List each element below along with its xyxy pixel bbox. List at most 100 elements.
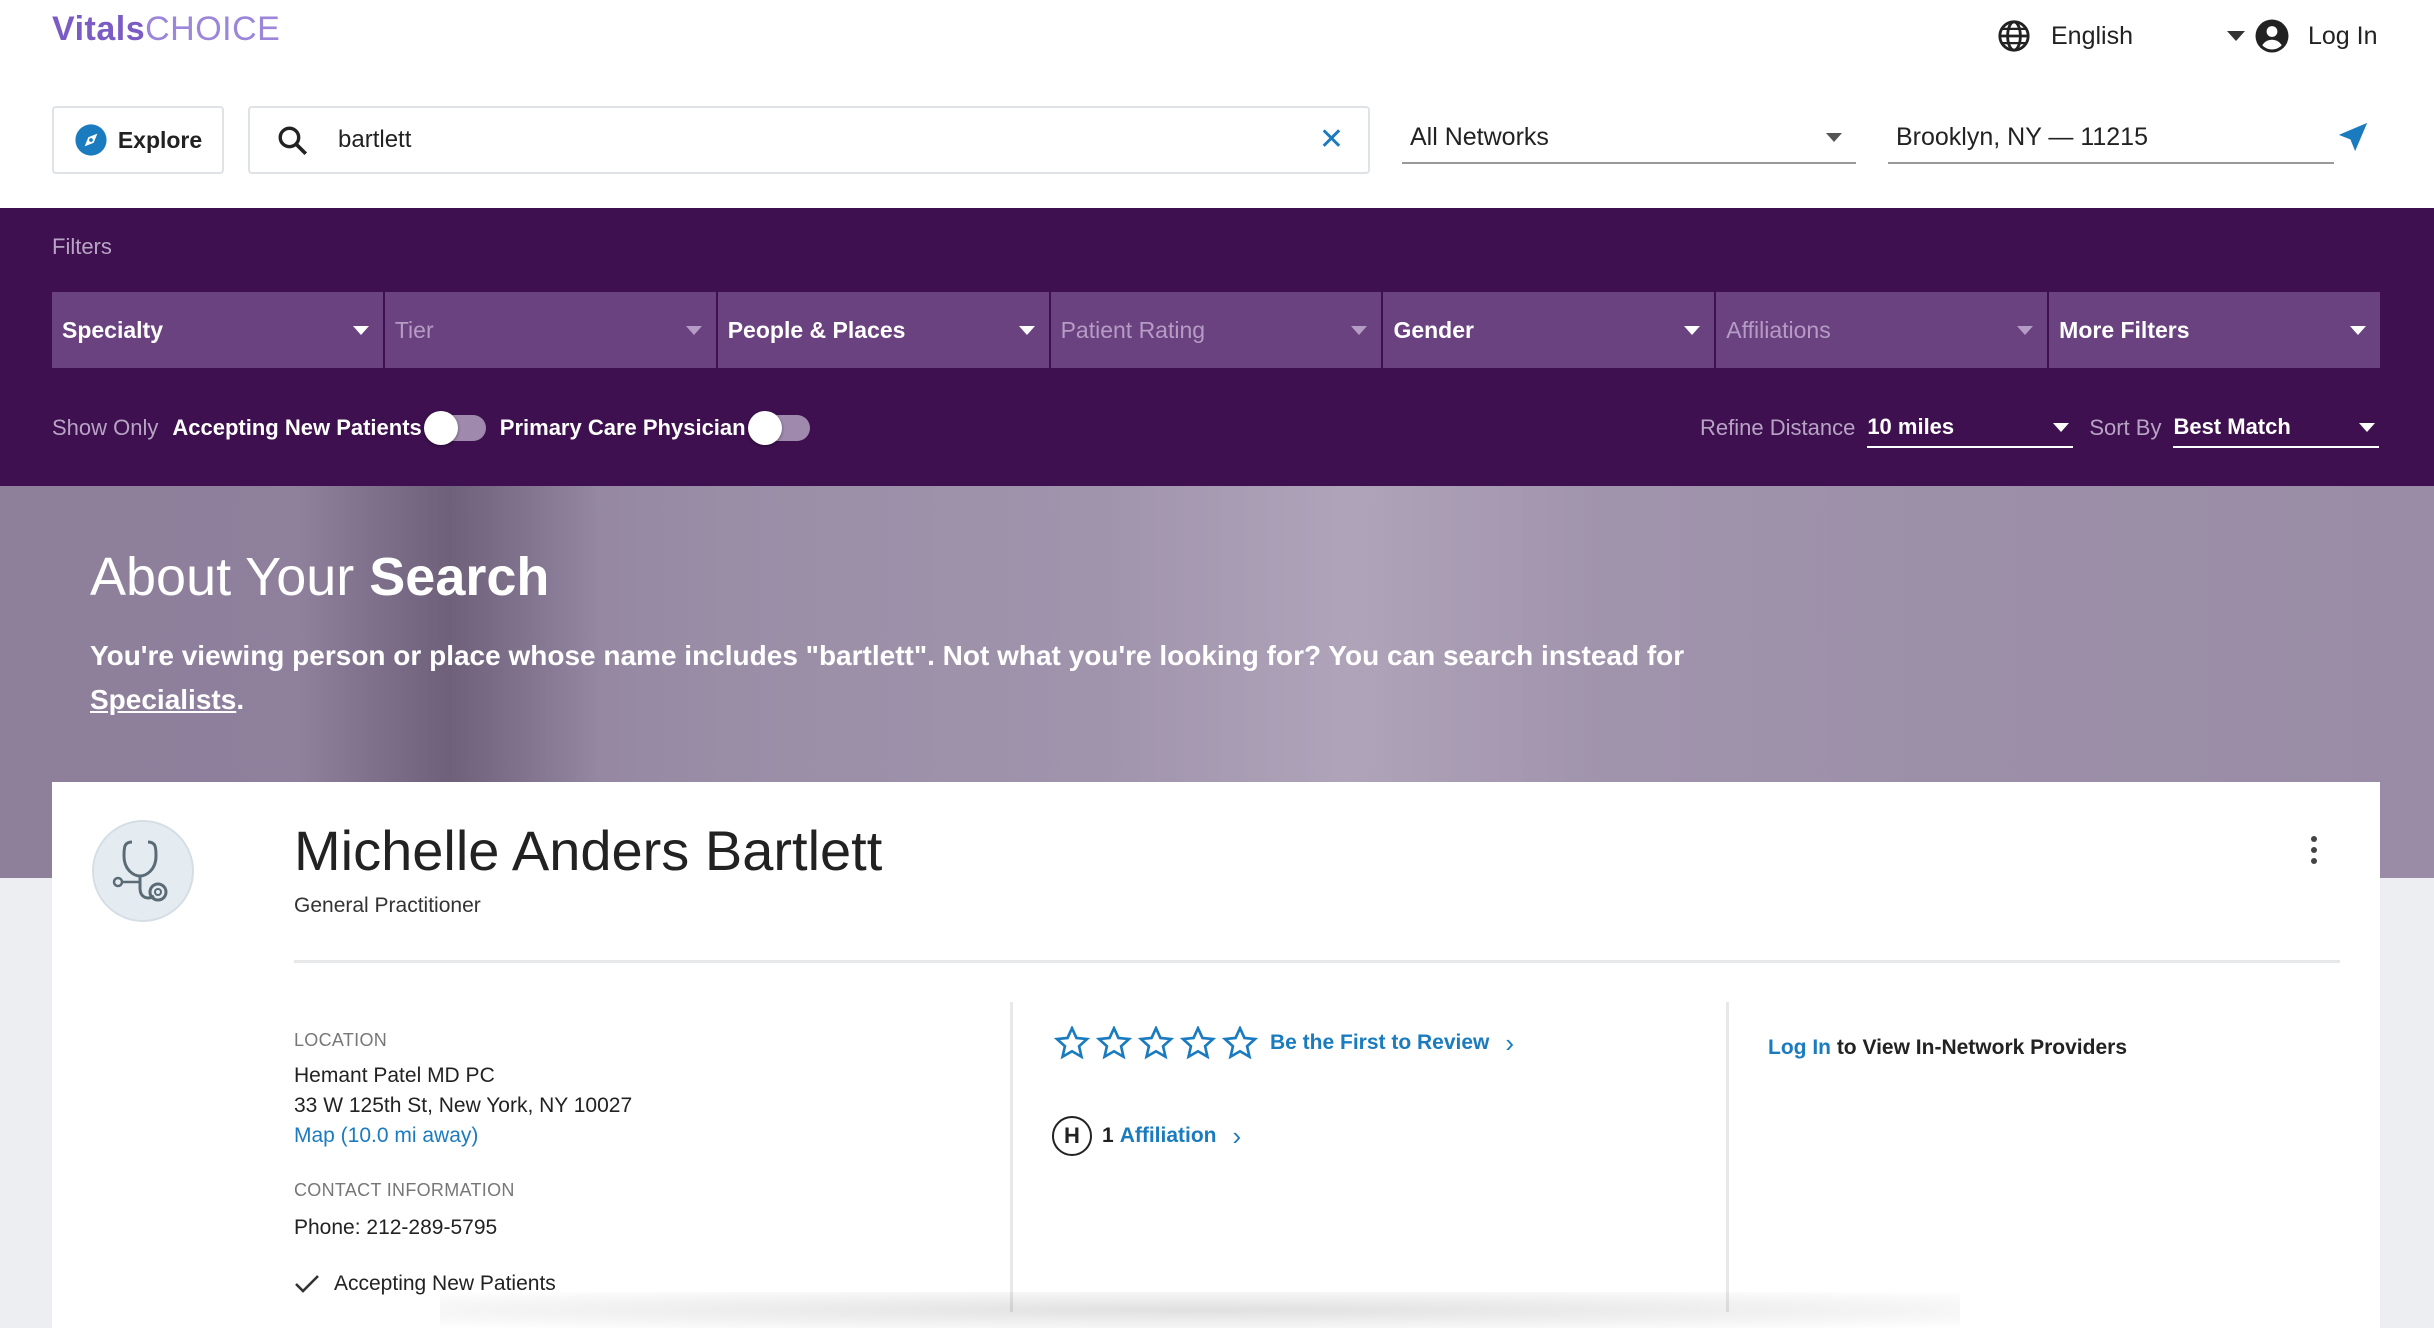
card-bottom-shadow <box>440 1292 1960 1328</box>
login-button[interactable]: Log In <box>2254 18 2378 54</box>
filter-label: Specialty <box>62 316 163 343</box>
filter-label: Tier <box>394 316 434 343</box>
toggle-knob <box>423 411 458 445</box>
first-review-label: Be the First to Review <box>1270 1031 1490 1054</box>
filter-affiliations[interactable]: Affiliations <box>1716 292 2048 368</box>
star-icon <box>1054 1026 1090 1060</box>
search-input[interactable] <box>338 120 1238 160</box>
filter-gender[interactable]: Gender <box>1383 292 1715 368</box>
filter-specialty[interactable]: Specialty <box>52 292 383 368</box>
checkmark-icon <box>295 1275 319 1293</box>
contact-label: CONTACT INFORMATION <box>294 1180 515 1200</box>
account-circle-icon <box>2255 19 2289 53</box>
in-network-login-link[interactable]: Log In <box>1768 1036 1831 1059</box>
compass-icon <box>75 124 107 156</box>
filter-label: People & Places <box>727 316 906 343</box>
chevron-right-icon: › <box>1505 1027 1515 1058</box>
refine-distance-label: Refine Distance <box>1700 415 1856 440</box>
globe-icon <box>1998 20 2030 52</box>
toggle-knob <box>747 411 782 445</box>
login-label: Log In <box>2308 21 2378 50</box>
chevron-down-icon <box>2359 422 2376 432</box>
filters-heading: Filters <box>52 234 112 259</box>
chevron-down-icon <box>1351 325 1368 335</box>
title-bold: Search <box>369 547 550 607</box>
affiliation-count: 1 <box>1102 1124 1114 1147</box>
accepting-toggle-label: Accepting New Patients <box>172 415 422 440</box>
about-search-sentence: You're viewing person or place whose nam… <box>90 640 1685 671</box>
chevron-down-icon <box>2017 325 2034 335</box>
top-header: VitalsCHOICE English Log In Explore bart… <box>0 0 2434 208</box>
phone-number: Phone: 212-289-5795 <box>294 1216 498 1239</box>
logo-text-bold: Vitals <box>52 10 146 48</box>
clear-search-icon[interactable]: ✕ <box>1319 122 1344 157</box>
vitals-choice-logo[interactable]: VitalsCHOICE <box>52 10 280 49</box>
chevron-down-icon <box>2053 422 2070 432</box>
filter-label: Gender <box>1393 316 1474 343</box>
location-label: LOCATION <box>294 1030 388 1050</box>
title-light: About Your <box>90 547 370 607</box>
show-only-toggles: Show Only Accepting New Patients Primary… <box>52 408 824 448</box>
provider-specialty: General Practitioner <box>294 894 481 917</box>
star-icon <box>1096 1026 1132 1060</box>
filter-more-filters[interactable]: More Filters <box>2049 292 2381 368</box>
refine-sort-controls: Refine Distance 10 miles Sort By Best Ma… <box>1700 408 2380 448</box>
location-value: Brooklyn, NY — 11215 <box>1896 122 2148 151</box>
affiliation-link[interactable]: H 1 Affiliation › <box>1052 1116 1241 1156</box>
network-select[interactable]: All Networks <box>1402 112 1856 164</box>
search-bar: ✕ <box>248 106 1370 174</box>
star-icon <box>1180 1026 1216 1060</box>
filter-label: Affiliations <box>1726 316 1831 343</box>
chevron-right-icon: › <box>1232 1120 1242 1151</box>
filter-people-places[interactable]: People & Places <box>717 292 1049 368</box>
more-options-icon[interactable] <box>2304 836 2324 876</box>
sentence-end: . <box>236 684 245 715</box>
map-link[interactable]: Map (10.0 mi away) <box>294 1124 478 1148</box>
language-label: English <box>2051 21 2133 50</box>
primary-care-toggle[interactable] <box>747 411 810 445</box>
specialists-link[interactable]: Specialists <box>90 684 236 715</box>
filter-label: More Filters <box>2059 316 2190 343</box>
about-search-text: You're viewing person or place whose nam… <box>90 634 1710 722</box>
show-only-label: Show Only <box>52 415 159 440</box>
distance-value: 10 miles <box>1867 414 1955 439</box>
search-icon <box>278 126 308 156</box>
hospital-icon: H <box>1052 1116 1092 1156</box>
filter-patient-rating[interactable]: Patient Rating <box>1050 292 1382 368</box>
practice-name: Hemant Patel MD PC <box>294 1064 495 1087</box>
sort-select[interactable]: Best Match <box>2173 408 2380 448</box>
chevron-down-icon <box>1018 325 1035 335</box>
provider-card: Michelle Anders Bartlett General Practit… <box>52 782 2380 1328</box>
about-search-title: About Your Search <box>90 546 549 608</box>
star-icon <box>1222 1026 1258 1060</box>
chevron-down-icon <box>352 325 369 335</box>
location-input[interactable]: Brooklyn, NY — 11215 <box>1888 112 2334 164</box>
star-rating <box>1054 1026 1258 1060</box>
affiliation-label: Affiliation <box>1119 1124 1217 1147</box>
provider-avatar <box>92 820 194 922</box>
chevron-down-icon <box>1826 132 1842 142</box>
filter-tier[interactable]: Tier <box>384 292 716 368</box>
filter-bar: Filters Specialty Tier People & Places P… <box>0 208 2434 486</box>
practice-address: 33 W 125th St, New York, NY 10027 <box>294 1094 633 1117</box>
star-icon <box>1138 1026 1174 1060</box>
provider-name[interactable]: Michelle Anders Bartlett <box>294 818 882 883</box>
in-network-notice: Log In to View In-Network Providers <box>1768 1036 2127 1060</box>
chevron-down-icon <box>685 325 702 335</box>
explore-button[interactable]: Explore <box>52 106 224 174</box>
network-value: All Networks <box>1410 122 1549 151</box>
column-divider <box>1726 1002 1729 1312</box>
language-selector[interactable]: English <box>1997 18 2245 54</box>
logo-text-light: CHOICE <box>145 10 281 48</box>
accepting-new-patients-toggle[interactable] <box>423 411 486 445</box>
chevron-down-icon <box>2350 325 2367 335</box>
navigation-arrow-icon[interactable] <box>2336 120 2370 154</box>
sort-by-label: Sort By <box>2089 415 2162 440</box>
stethoscope-icon <box>112 840 168 902</box>
distance-select[interactable]: 10 miles <box>1867 408 2074 448</box>
sort-value: Best Match <box>2173 414 2291 439</box>
filter-dropdown-row: Specialty Tier People & Places Patient R… <box>52 292 2381 368</box>
chevron-down-icon <box>2227 31 2245 41</box>
first-review-link[interactable]: Be the First to Review › <box>1054 1026 1514 1060</box>
explore-label: Explore <box>117 126 203 153</box>
